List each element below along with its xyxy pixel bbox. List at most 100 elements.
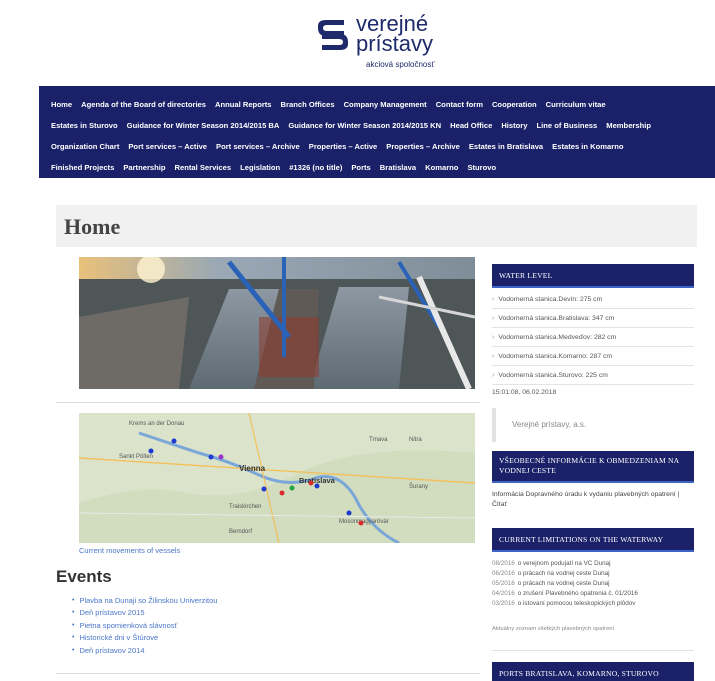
event-item[interactable]: • Historické dni v Štúrove (72, 632, 217, 645)
nav-link[interactable]: Estates in Bratislava (469, 142, 543, 151)
svg-text:Traiskirchen: Traiskirchen (229, 504, 261, 510)
nav-link[interactable]: Guidance for Winter Season 2014/2015 BA (127, 121, 280, 130)
water-level-item[interactable]: › Vodomerná stanica.Medveďov: 282 cm (492, 328, 694, 347)
limitation-text[interactable]: o zrušení Plavebného opatrenia č. 01/201… (518, 590, 638, 597)
nav-link[interactable]: Port services – Active (128, 142, 207, 151)
limitations-all-link[interactable]: Aktuálny zoznam všetkých plavebných opat… (492, 626, 614, 632)
bullet-icon: • (72, 646, 75, 654)
water-level-item[interactable]: › Vodomerná stanica.Bratislava: 347 cm (492, 309, 694, 328)
limitation-text[interactable]: o prácach na vodnej ceste Dunaj (518, 580, 610, 587)
water-level-text: Vodomerná stanica.Bratislava: 347 cm (498, 314, 615, 322)
nav-link[interactable]: Organization Chart (51, 142, 119, 151)
nav-link[interactable]: Home (51, 100, 72, 109)
limitation-item[interactable]: 06/2016 o prácach na vodnej ceste Dunaj (492, 570, 638, 580)
quote-box: Verejné prístavy, a.s. (492, 408, 694, 442)
page-title: Home (64, 214, 121, 239)
event-item[interactable]: • Deň prístavov 2015 (72, 607, 217, 620)
nav-link[interactable]: Branch Offices (281, 100, 335, 109)
water-level-timestamp: 15:01:08, 06.02.2018 (492, 389, 557, 396)
limitation-text[interactable]: o istovaní pomocou teleskopických plôdov (518, 600, 636, 607)
nav-row: Estates in Sturovo Guidance for Winter Se… (51, 115, 703, 136)
limitation-item[interactable]: 05/2016 o prácach na vodnej ceste Dunaj (492, 580, 638, 590)
site-header: verejné prístavy akciová spoločnosť (0, 0, 715, 84)
logo-line-2: prístavy (356, 31, 434, 56)
nav-row: Finished Projects Partnership Rental Servi… (51, 157, 703, 178)
limitation-text[interactable]: o prácach na vodnej ceste Dunaj (518, 570, 610, 577)
nav-link[interactable]: Port services – Archive (216, 142, 300, 151)
nav-link[interactable]: Properties – Archive (386, 142, 460, 151)
svg-text:Trnava: Trnava (369, 437, 388, 443)
nav-link[interactable]: Partnership (123, 163, 165, 172)
nav-link[interactable]: Line of Business (536, 121, 597, 130)
nav-link[interactable]: Company Management (344, 100, 427, 109)
content-divider (56, 402, 480, 403)
nav-link[interactable]: Estates in Komarno (552, 142, 623, 151)
site-logo[interactable]: verejné prístavy akciová spoločnosť (314, 12, 464, 72)
nav-link[interactable]: Finished Projects (51, 163, 114, 172)
water-level-item[interactable]: › Vodomerná stanica.Sturovo: 225 cm (492, 366, 694, 385)
nav-link[interactable]: Annual Reports (215, 100, 272, 109)
ports-header: PORTS BRATISLAVA, KOMARNO, STUROVO (492, 662, 694, 681)
limitation-item[interactable]: 03/2016 o istovaní pomocou teleskopických… (492, 600, 638, 610)
nav-link[interactable]: #1326 (no title) (289, 163, 342, 172)
nav-link[interactable]: Membership (606, 121, 651, 130)
info-text[interactable]: Informácia Dopravného úradu k vydaniu pl… (492, 490, 694, 510)
nav-link[interactable]: Contact form (436, 100, 483, 109)
page-title-bar: Home (56, 205, 697, 247)
svg-text:Mosonmagyaróvár: Mosonmagyaróvár (339, 519, 389, 525)
water-level-header: WATER LEVEL (492, 264, 694, 288)
svg-text:Vienna: Vienna (239, 464, 266, 473)
limitation-text[interactable]: o verejnom podujatí na VC Dunaj (518, 560, 611, 567)
logo-tagline: akciová spoločnosť (366, 60, 435, 69)
nav-link[interactable]: Head Office (450, 121, 492, 130)
event-link[interactable]: Historické dni v Štúrove (79, 633, 158, 642)
limitations-header: CURRENT LIMITATIONS ON THE WATERWAY (492, 528, 694, 552)
event-item[interactable]: • Deň prístavov 2014 (72, 644, 217, 657)
svg-text:Nitra: Nitra (409, 437, 422, 443)
nav-link[interactable]: Ports (351, 163, 370, 172)
chevron-right-icon: › (492, 333, 495, 341)
limitation-date: 03/2016 (492, 600, 515, 607)
nav-link[interactable]: Sturovo (467, 163, 496, 172)
water-level-text: Vodomerná stanica.Komarno: 287 cm (498, 352, 613, 360)
nav-link[interactable]: Cooperation (492, 100, 537, 109)
chevron-right-icon: › (492, 352, 495, 360)
event-item[interactable]: • Pietna spomienková slávnosť (72, 619, 217, 632)
nav-link[interactable]: Estates in Sturovo (51, 121, 118, 130)
event-link[interactable]: Deň prístavov 2014 (79, 646, 144, 655)
vessel-map[interactable]: Krems an der Donau Sankt Pölten Vienna B… (79, 413, 475, 543)
nav-link[interactable]: History (501, 121, 527, 130)
limitation-date: 06/2016 (492, 570, 515, 577)
water-level-text: Vodomerná stanica.Medveďov: 282 cm (498, 333, 617, 341)
nav-link[interactable]: Properties – Active (309, 142, 378, 151)
bullet-icon: • (72, 634, 75, 642)
svg-text:Sankt Pölten: Sankt Pölten (119, 454, 153, 460)
bullet-icon: • (72, 621, 75, 629)
event-link[interactable]: Plavba na Dunaji so Žilinskou Univerzito… (79, 596, 217, 605)
limitation-item[interactable]: 04/2016 o zrušení Plavebného opatrenia č.… (492, 590, 638, 600)
svg-text:Krems an der Donau: Krems an der Donau (129, 421, 184, 427)
event-link[interactable]: Deň prístavov 2015 (79, 608, 144, 617)
limitation-item[interactable]: 08/2016 o verejnom podujatí na VC Dunaj (492, 560, 638, 570)
main-nav: Home Agenda of the Board of directories An… (39, 86, 715, 178)
limitation-date: 04/2016 (492, 590, 515, 597)
chevron-right-icon: › (492, 295, 495, 303)
nav-link[interactable]: Legislation (240, 163, 280, 172)
hero-photo (79, 257, 475, 389)
water-level-item[interactable]: › Vodomerná stanica.Komarno: 287 cm (492, 347, 694, 366)
logo-icon (318, 20, 348, 50)
event-link[interactable]: Pietna spomienková slávnosť (79, 621, 177, 630)
nav-link[interactable]: Agenda of the Board of directories (81, 100, 206, 109)
sidebar-separator (492, 650, 694, 651)
event-item[interactable]: • Plavba na Dunaji so Žilinskou Univerzit… (72, 594, 217, 607)
svg-text:Šurany: Šurany (409, 483, 428, 490)
limitations-list: 08/2016 o verejnom podujatí na VC Dunaj 06… (492, 560, 638, 610)
chevron-right-icon: › (492, 314, 495, 322)
nav-link[interactable]: Guidance for Winter Season 2014/2015 KN (288, 121, 441, 130)
water-level-item[interactable]: › Vodomerná stanica.Devín: 275 cm (492, 290, 694, 309)
map-caption-link[interactable]: Current movements of vessels (79, 546, 180, 555)
nav-link[interactable]: Curriculum vitae (546, 100, 606, 109)
nav-link[interactable]: Komarno (425, 163, 458, 172)
nav-link[interactable]: Bratislava (380, 163, 416, 172)
nav-link[interactable]: Rental Services (175, 163, 232, 172)
